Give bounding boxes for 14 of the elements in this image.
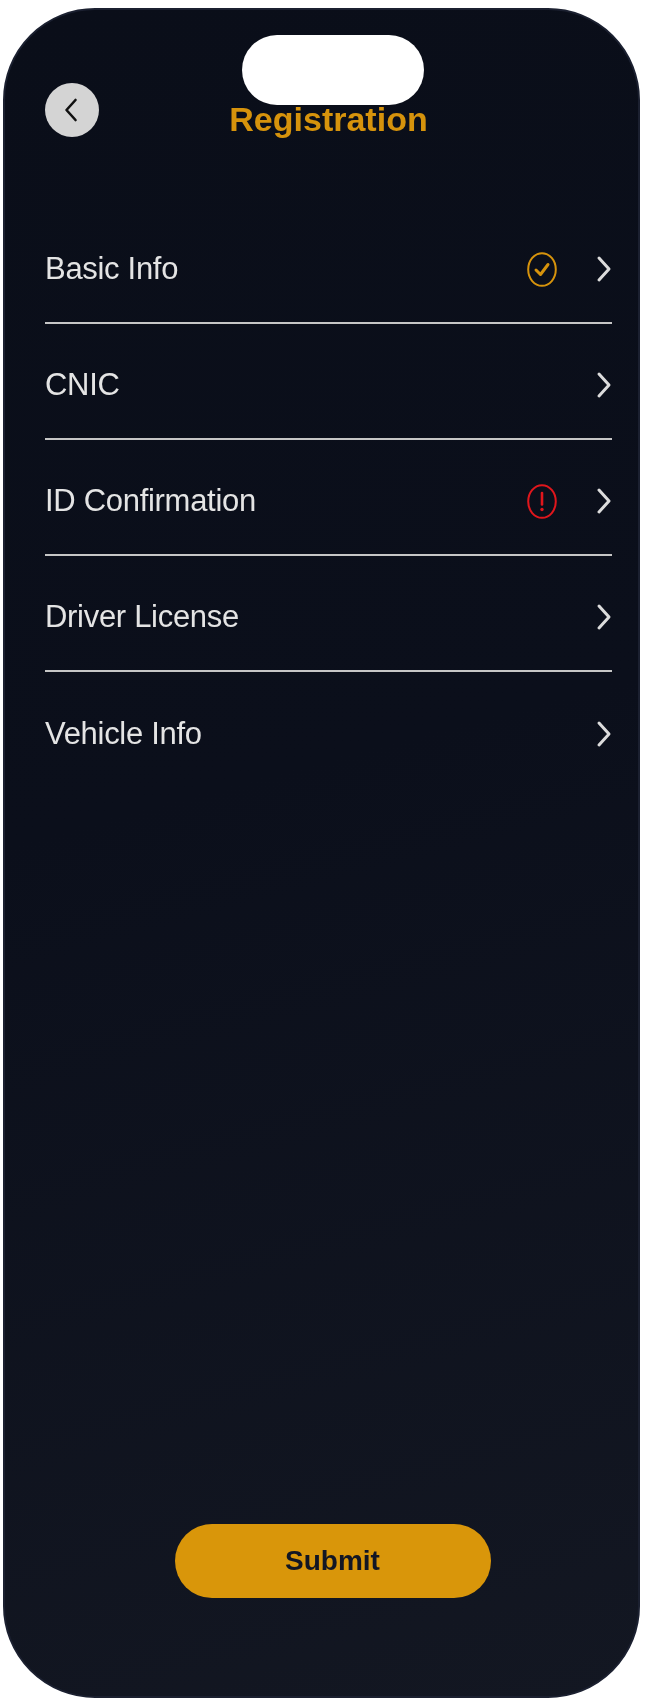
chevron-right-icon	[596, 255, 612, 283]
chevron-right-icon	[596, 487, 612, 515]
back-button[interactable]	[45, 83, 99, 137]
chevron-left-icon	[63, 98, 78, 122]
registration-step-item[interactable]: CNIC	[45, 324, 612, 440]
registration-step-item[interactable]: Driver License	[45, 556, 612, 672]
page-title: Registration	[229, 99, 428, 140]
registration-step-item[interactable]: Basic Info	[45, 208, 612, 324]
registration-step-item[interactable]: Vehicle Info	[45, 672, 612, 788]
submit-button[interactable]: Submit	[174, 1524, 491, 1598]
chevron-right-icon	[596, 603, 612, 631]
registration-step-item[interactable]: ID Confirmation	[45, 440, 612, 556]
chevron-right-icon	[596, 720, 612, 748]
chevron-right-icon	[596, 371, 612, 399]
